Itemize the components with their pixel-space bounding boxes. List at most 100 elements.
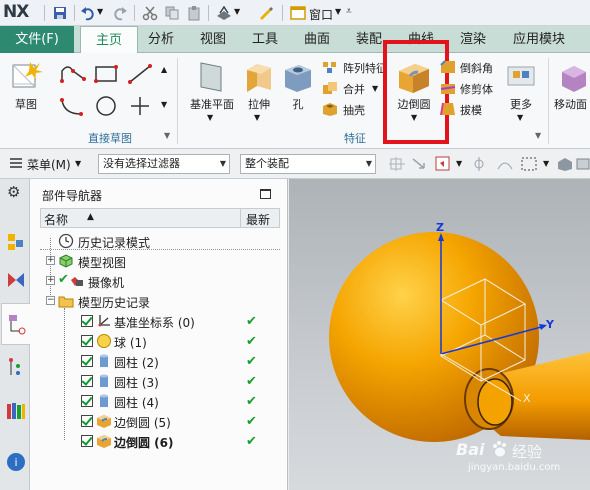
list-item[interactable]: − 模型历史记录 xyxy=(40,291,280,311)
line-icon[interactable] xyxy=(127,63,153,85)
chevron-down-icon[interactable]: ▼ xyxy=(335,7,341,16)
table-row[interactable]: 边倒圆 (5) ✔ xyxy=(40,411,280,431)
chevron-down-icon[interactable]: ▼ xyxy=(543,159,549,168)
chamfer-button[interactable]: 倒斜角 xyxy=(460,60,493,76)
arc-icon[interactable] xyxy=(59,95,85,117)
curve-snap-icon[interactable] xyxy=(496,156,514,172)
more-icon[interactable] xyxy=(504,62,538,92)
trim-body-button[interactable]: 修剪体 xyxy=(460,81,493,97)
table-row[interactable]: 圆柱 (4) ✔ xyxy=(40,391,280,411)
chevron-down-icon[interactable]: ▼ xyxy=(456,159,462,168)
view-orient-icon[interactable] xyxy=(576,156,590,172)
chevron-down-icon[interactable]: ▼ xyxy=(207,113,213,122)
table-row[interactable]: 圆柱 (3) ✔ xyxy=(40,371,280,391)
rectangle-icon[interactable] xyxy=(93,63,119,85)
hole-icon[interactable] xyxy=(282,60,314,94)
table-row[interactable]: 球 (1) ✔ xyxy=(40,331,280,351)
sketch-icon[interactable] xyxy=(10,60,44,90)
column-name-header[interactable]: 名称 xyxy=(44,211,68,228)
point-snap-icon[interactable] xyxy=(470,156,488,172)
datum-plane-icon[interactable] xyxy=(196,60,228,94)
customize-icon[interactable]: ⩡ xyxy=(346,6,352,17)
tab-application[interactable]: 应用模块 xyxy=(504,26,574,53)
assembly-scope-select[interactable]: 整个装配 ▼ xyxy=(240,154,376,174)
paste-icon[interactable] xyxy=(186,5,202,21)
chevron-down-icon[interactable]: ▼ xyxy=(164,131,170,140)
menu-button[interactable]: 菜单(M) xyxy=(27,156,71,173)
gear-icon[interactable]: ⚙ xyxy=(7,183,20,201)
tab-tools[interactable]: 工具 xyxy=(244,26,286,53)
extrude-icon[interactable] xyxy=(243,60,275,94)
chevron-down-icon[interactable]: ▼ xyxy=(517,113,523,122)
checkbox[interactable] xyxy=(81,435,93,447)
table-row[interactable]: 圆柱 (2) ✔ xyxy=(40,351,280,371)
point-icon[interactable] xyxy=(127,95,153,117)
datum-plane-button[interactable]: 基准平面 xyxy=(186,96,238,112)
copy-icon[interactable] xyxy=(164,5,180,21)
expand-icon[interactable]: + xyxy=(46,256,55,265)
roles-icon[interactable]: i xyxy=(6,452,26,472)
shell-icon[interactable] xyxy=(322,102,338,116)
checkbox[interactable] xyxy=(81,415,93,427)
window-menu[interactable]: 窗口 xyxy=(309,6,333,23)
checkbox[interactable] xyxy=(81,315,93,327)
box-select-icon[interactable] xyxy=(520,156,540,172)
tab-surface[interactable]: 曲面 xyxy=(296,26,338,53)
profile-icon[interactable] xyxy=(59,63,87,85)
expand-icon[interactable]: + xyxy=(46,276,55,285)
draft-button[interactable]: 拔模 xyxy=(460,102,482,118)
select-icon[interactable] xyxy=(434,155,454,173)
unite-icon[interactable] xyxy=(322,81,338,95)
tab-render[interactable]: 渲染 xyxy=(452,26,494,53)
extrude-button[interactable]: 拉伸 xyxy=(240,96,278,112)
draft-icon[interactable] xyxy=(440,102,456,116)
pattern-feature-button[interactable]: 阵列特征 xyxy=(343,60,387,76)
chevron-down-icon[interactable]: ▼ xyxy=(161,100,167,109)
list-item[interactable]: + 模型视图 xyxy=(40,251,280,271)
save-icon[interactable] xyxy=(52,5,68,21)
circle-icon[interactable] xyxy=(93,95,119,117)
view-icon[interactable] xyxy=(216,5,232,21)
table-row[interactable]: 边倒圆 (6) ✔ xyxy=(40,431,280,451)
tab-file[interactable]: 文件(F) xyxy=(0,26,74,53)
render-style-icon[interactable] xyxy=(556,156,574,172)
checkbox[interactable] xyxy=(81,335,93,347)
hole-button[interactable]: 孔 xyxy=(288,96,308,112)
chevron-down-icon[interactable]: ▼ xyxy=(97,7,103,16)
shell-button[interactable]: 抽壳 xyxy=(343,102,365,118)
collapse-icon[interactable]: − xyxy=(46,296,55,305)
selection-filter-select[interactable]: 没有选择过滤器 ▼ xyxy=(98,154,230,174)
constraint-navigator-icon[interactable] xyxy=(6,270,26,290)
menu-icon[interactable] xyxy=(9,157,23,169)
snap-icon[interactable] xyxy=(388,156,406,172)
list-item[interactable]: 历史记录模式 xyxy=(40,231,280,251)
chamfer-icon[interactable] xyxy=(440,60,456,74)
chevron-down-icon[interactable]: ▼ xyxy=(535,131,541,140)
pattern-feature-icon[interactable] xyxy=(322,60,338,74)
undo-icon[interactable] xyxy=(80,5,96,21)
column-latest-header[interactable]: 最新 xyxy=(246,211,270,228)
checkbox[interactable] xyxy=(81,395,93,407)
maximize-icon[interactable] xyxy=(260,189,271,199)
tab-home[interactable]: 主页 xyxy=(80,26,138,54)
assembly-navigator-icon[interactable] xyxy=(6,232,26,252)
checkbox[interactable] xyxy=(81,375,93,387)
chevron-down-icon[interactable]: ▼ xyxy=(234,7,240,16)
chevron-down-icon[interactable]: ▼ xyxy=(372,84,378,93)
trim-body-icon[interactable] xyxy=(440,81,456,95)
chevron-down-icon[interactable]: ▼ xyxy=(254,113,260,122)
tab-analysis[interactable]: 分析 xyxy=(140,26,182,53)
arrow-icon[interactable] xyxy=(410,156,428,172)
reuse-library-icon[interactable] xyxy=(6,356,26,378)
move-face-icon[interactable] xyxy=(558,60,590,94)
unite-button[interactable]: 合并 xyxy=(343,81,365,97)
history-library-icon[interactable] xyxy=(5,400,27,422)
chevron-down-icon[interactable]: ▲ xyxy=(161,65,167,74)
more-button[interactable]: 更多 xyxy=(506,96,536,112)
pen-icon[interactable] xyxy=(258,5,274,21)
tab-view[interactable]: 视图 xyxy=(192,26,234,53)
checkbox[interactable] xyxy=(81,355,93,367)
window-icon[interactable] xyxy=(290,5,306,21)
table-row[interactable]: 基准坐标系 (0) ✔ xyxy=(40,311,280,331)
sketch-button[interactable]: 草图 xyxy=(6,96,46,112)
